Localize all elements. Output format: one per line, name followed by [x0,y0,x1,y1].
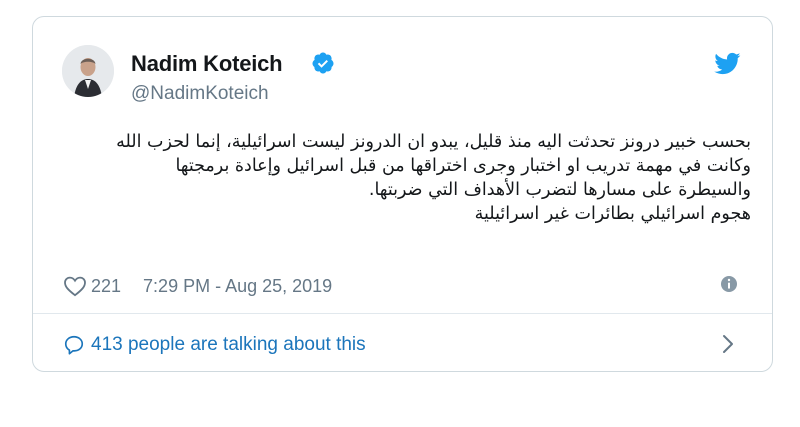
conversation-link[interactable]: 413 people are talking about this [63,332,366,358]
speech-bubble-icon [64,335,84,355]
chevron-right-icon[interactable] [721,333,735,355]
tweet-timestamp[interactable]: 7:29 PM - Aug 25, 2019 [143,276,332,297]
twitter-bird-icon[interactable] [713,52,741,75]
info-icon[interactable] [720,275,738,293]
avatar[interactable] [62,45,114,97]
heart-icon[interactable] [63,275,87,297]
tweet-meta: 221 7:29 PM - Aug 25, 2019 [63,274,332,298]
tweet-line: وكانت في مهمة تدريب او اختبار وجرى اخترا… [175,156,751,176]
talking-count-label[interactable]: 413 people are talking about this [91,334,366,356]
tweet-card: Nadim Koteich @NadimKoteich بحسب خبير در… [32,16,773,372]
tweet-line: والسيطرة على مسارها لتضرب الأهداف التي ض… [368,180,751,200]
tweet-text: بحسب خبير درونز تحدثت اليه منذ قليل، يبد… [91,130,751,226]
like-count[interactable]: 221 [91,276,121,297]
user-handle[interactable]: @NadimKoteich [131,83,269,105]
tweet-line: هجوم اسرائيلي بطائرات غير اسرائيلية [474,204,751,224]
divider [33,313,772,314]
display-name[interactable]: Nadim Koteich [131,51,283,77]
avatar-image [62,45,114,97]
verified-badge-icon [312,52,334,74]
tweet-line: بحسب خبير درونز تحدثت اليه منذ قليل، يبد… [116,132,751,152]
